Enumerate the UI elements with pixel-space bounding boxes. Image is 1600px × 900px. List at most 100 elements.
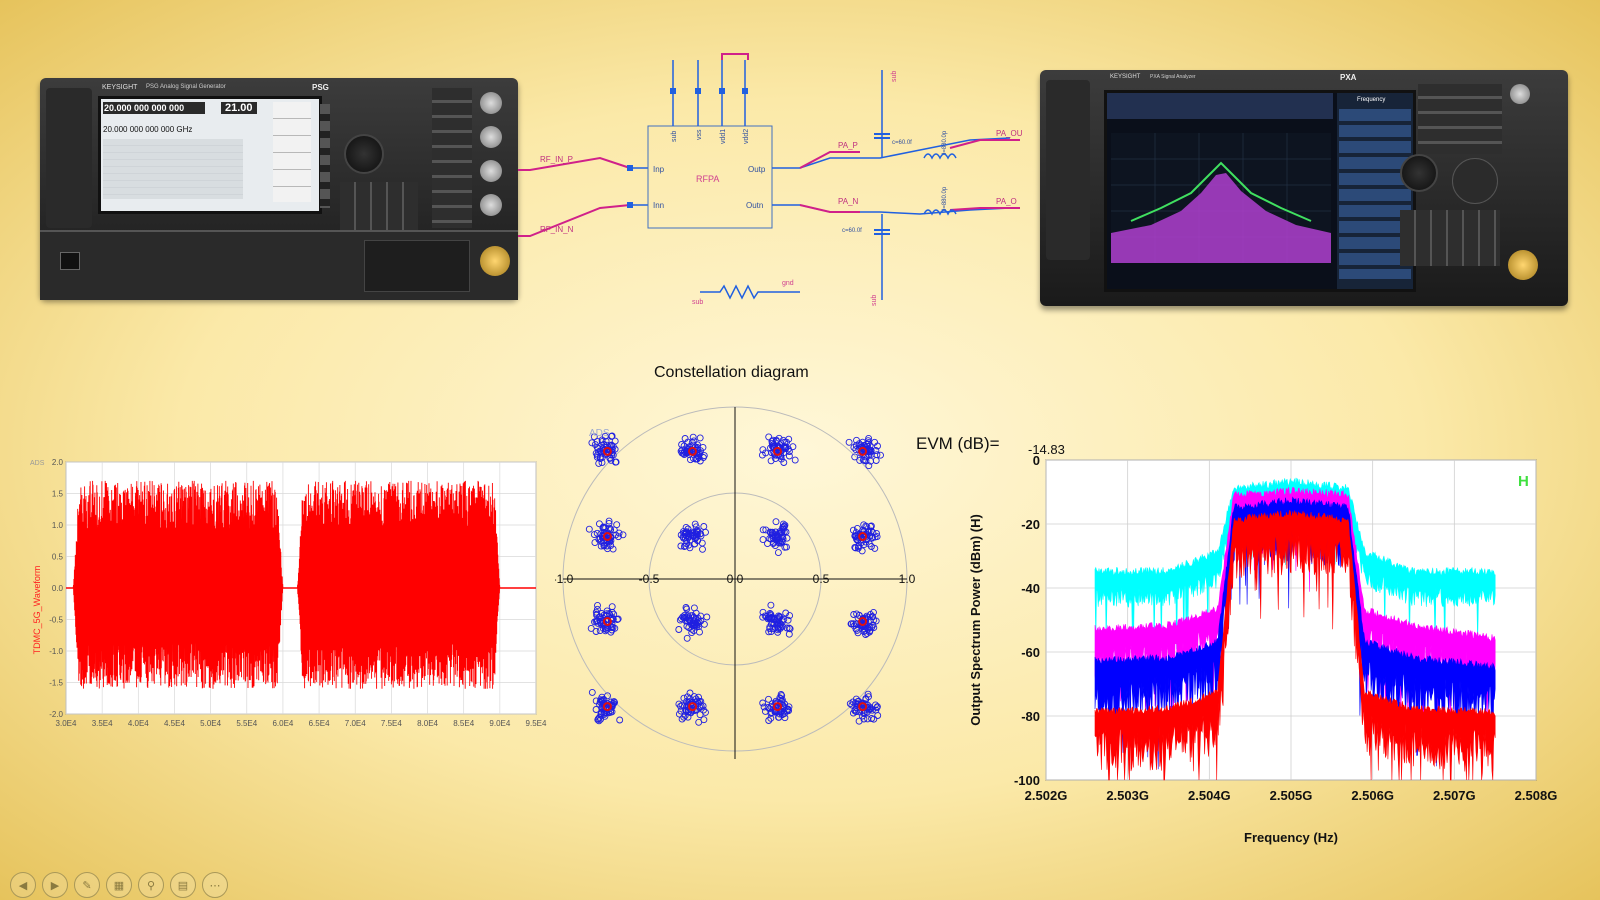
constellation-point [697, 435, 703, 441]
prev-icon[interactable]: ◀ [10, 872, 36, 898]
constellation-point [704, 614, 710, 620]
waveform-xtick: 6.0E4 [272, 719, 293, 728]
resistor-ground: sub [692, 299, 703, 306]
sg-screen: 20.000 000 000 000 21.00 20.000 000 000 … [98, 96, 322, 214]
spectrum-xtick: 2.503G [1106, 788, 1149, 803]
ground-label-bottom: sub [871, 295, 878, 306]
constellation-point [700, 546, 706, 552]
constellation-point [875, 713, 881, 719]
spectrum-chart: 0-20-40-60-80-100 2.502G2.503G2.504G2.50… [960, 452, 1580, 858]
sg-screen-body [103, 139, 243, 199]
spectrum-xlabel: Frequency (Hz) [1244, 830, 1338, 845]
waveform-xtick: 4.0E4 [128, 719, 149, 728]
sa-arrow-pad[interactable] [1452, 158, 1498, 204]
waveform-burst-2 [297, 481, 499, 689]
waveform-ytick: -2.0 [49, 710, 63, 719]
constellation-point [846, 439, 852, 445]
constellation-point [773, 519, 779, 525]
schematic: RF_IN_P RF_IN_N RFPA Inp Inn Outp Outn s… [500, 40, 1060, 330]
constellation-point [691, 605, 697, 611]
constellation-point [617, 717, 623, 723]
spectrum-ytick: -60 [1021, 645, 1040, 660]
net-pa-out-n: PA_O [996, 197, 1017, 206]
sa-badge: PXA [1340, 73, 1356, 82]
spectrum-ytick: -80 [1021, 709, 1040, 724]
pin-vdd2: vdd2 [743, 129, 750, 144]
constellation-point [691, 438, 697, 444]
next-icon[interactable]: ▶ [42, 872, 68, 898]
sa-trace [1111, 133, 1331, 263]
sa-menu-title: Frequency [1357, 97, 1385, 103]
sa-title: PXA Signal Analyzer [1150, 74, 1196, 80]
sa-numpad[interactable] [1400, 210, 1500, 266]
constellation-point [760, 537, 766, 543]
sa-rf-input-connector [1508, 250, 1538, 280]
slides-icon[interactable]: ▤ [170, 872, 196, 898]
constellation-point [696, 719, 702, 725]
spectrum-ytick: -40 [1021, 581, 1040, 596]
slideshow-nav: ◀ ▶ ✎ ▦ ⚲ ▤ ⋯ [10, 872, 228, 898]
constellation-tick: -1.0 [555, 572, 574, 586]
spectrum-ytick: 0 [1033, 453, 1040, 468]
grid-icon[interactable]: ▦ [106, 872, 132, 898]
waveform-xtick: 3.0E4 [56, 719, 77, 728]
pin-sub: sub [671, 131, 678, 142]
more-icon[interactable]: ⋯ [202, 872, 228, 898]
constellation-tick: 0.0 [727, 572, 744, 586]
pen-icon[interactable]: ✎ [74, 872, 100, 898]
inductor-1 [924, 154, 956, 158]
spectrum-marker: H [1518, 473, 1529, 490]
waveform-ytick: 1.5 [52, 490, 64, 499]
signal-generator: KEYSIGHT PSG Analog Signal Generator PSG… [40, 78, 518, 298]
sg-left-panel [46, 88, 92, 228]
constellation-point [592, 540, 598, 546]
waveform-ylabel: TDMC_5G_Waveform [32, 566, 42, 655]
pin-outp: Outp [748, 165, 766, 174]
spectrum-ylabel: Output Spectrum Power (dBm) (H) [968, 514, 983, 726]
sg-badge: PSG [312, 83, 329, 92]
inductor-2-value: l=880.0p [942, 186, 948, 210]
constellation-diagram: -1.0-0.50.00.51.0 ADS [555, 392, 925, 768]
waveform-xtick: 8.0E4 [417, 719, 438, 728]
resistor-label: gnd [782, 280, 794, 287]
constellation-tick: 1.0 [899, 572, 916, 586]
constellation-point [701, 524, 707, 530]
sg-brand: KEYSIGHT [102, 84, 137, 91]
waveform-xtick: 8.5E4 [453, 719, 474, 728]
waveform-ytick: 0.0 [52, 584, 64, 593]
constellation-point [588, 625, 594, 631]
sg-power-button[interactable] [60, 252, 80, 270]
constellation-corner: ADS [589, 428, 610, 439]
inductor-1-value: l=880.0p [942, 130, 948, 154]
constellation-point [593, 707, 599, 713]
constellation-point [760, 700, 766, 706]
waveform-burst-1 [73, 481, 283, 689]
pin-vdd1: vdd1 [720, 129, 727, 144]
sa-keys-top[interactable] [1418, 84, 1502, 154]
sa-knob[interactable] [1400, 154, 1438, 192]
cap-2-value: c=60.0f [842, 228, 862, 234]
spectrum-xtick: 2.505G [1270, 788, 1313, 803]
constellation-point [676, 627, 682, 633]
sg-knob[interactable] [344, 134, 384, 174]
constellation-point [609, 604, 615, 610]
zoom-icon[interactable]: ⚲ [138, 872, 164, 898]
vdd-strap [722, 54, 748, 60]
spectrum-analyzer: KEYSIGHT PXA Signal Analyzer PXA Frequen… [1040, 70, 1568, 306]
evm-label: EVM (dB)= [916, 434, 1000, 454]
waveform-chart: 2.01.51.00.50.0-0.5-1.0-1.5-2.0 3.0E43.5… [28, 450, 548, 740]
waveform-ytick: 2.0 [52, 458, 64, 467]
sg-right-keys[interactable] [432, 88, 472, 228]
constellation-point [595, 602, 601, 608]
pin-inn: Inn [653, 201, 664, 210]
sg-softkey-column[interactable] [320, 104, 330, 208]
waveform-xtick: 3.5E4 [92, 719, 113, 728]
sg-pulse-connectors [364, 240, 470, 292]
waveform-xtick: 9.0E4 [489, 719, 510, 728]
net-pa-n: PA_N [838, 197, 859, 206]
constellation-point [681, 714, 687, 720]
spectrum-xtick: 2.502G [1025, 788, 1068, 803]
cap-1-value: c=60.0f [892, 140, 912, 146]
waveform-xtick: 9.5E4 [526, 719, 547, 728]
sg-connector-2 [480, 126, 502, 148]
